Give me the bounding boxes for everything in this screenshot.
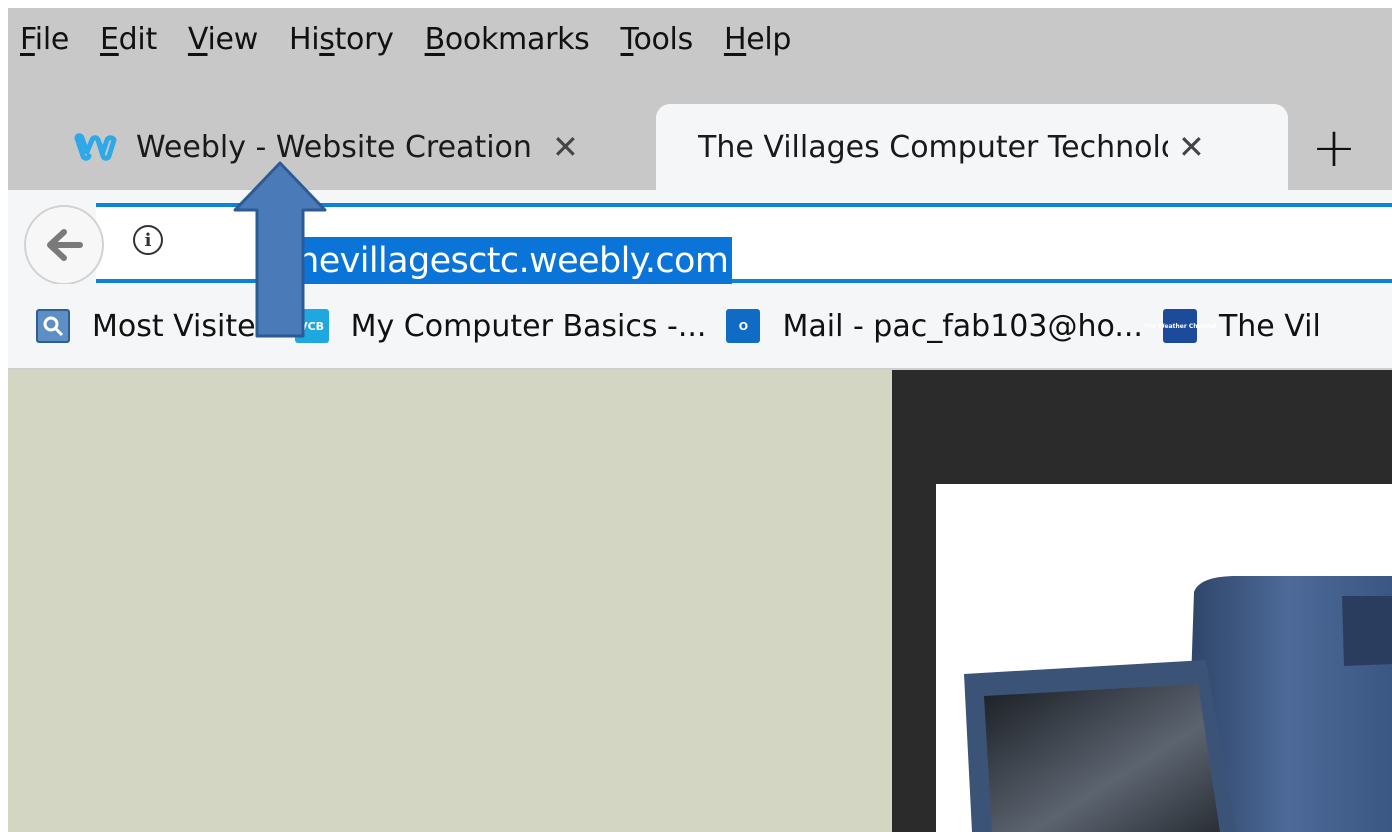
bookmark-weather-channel[interactable]: The Weather Channel The Vil <box>1144 308 1321 344</box>
vcb-icon: VCB <box>294 309 329 343</box>
computer-image <box>936 484 1392 832</box>
page-left-panel <box>8 370 892 832</box>
tab-label: Weebly - Website Creation M <box>136 129 542 165</box>
bookmark-label: Most Visited <box>92 308 275 344</box>
weather-channel-icon: The Weather Channel <box>1144 309 1216 343</box>
browser-window: File Edit View History Bookmarks Tools H… <box>8 8 1392 832</box>
page-right-panel <box>892 370 1392 832</box>
new-tab-button[interactable]: + <box>1302 104 1366 190</box>
tab-villages-active[interactable]: The Villages Computer Technolo ✕ <box>656 104 1288 190</box>
tab-weebly[interactable]: Weebly - Website Creation M ✕ <box>68 104 648 190</box>
most-visited-icon <box>36 309 70 343</box>
menu-history[interactable]: History <box>289 22 394 57</box>
info-icon[interactable]: i <box>133 225 163 255</box>
back-button[interactable] <box>24 205 104 285</box>
bookmark-label: Mail - pac_fab103@ho... <box>782 308 1143 344</box>
bookmarks-bar: Most Visited VCB My Computer Basics -...… <box>8 284 1392 370</box>
close-icon[interactable]: ✕ <box>552 131 579 163</box>
menu-bookmarks[interactable]: Bookmarks <box>425 22 590 57</box>
bookmark-most-visited[interactable]: Most Visited <box>36 309 275 344</box>
outlook-icon: O <box>726 309 761 343</box>
address-bar[interactable]: thevillagesctc.weebly.com <box>96 203 1392 285</box>
menu-help[interactable]: Help <box>724 22 792 57</box>
menu-view[interactable]: View <box>188 22 258 57</box>
back-arrow-icon <box>47 229 83 261</box>
navigation-bar: thevillagesctc.weebly.com i <box>8 190 1392 285</box>
page-content <box>8 370 1392 832</box>
menu-bar: File Edit View History Bookmarks Tools H… <box>8 8 1392 70</box>
tab-strip: Weebly - Website Creation M ✕ The Villag… <box>8 104 1392 190</box>
tab-label: The Villages Computer Technolo <box>698 129 1168 165</box>
menu-file[interactable]: File <box>20 22 69 57</box>
computer-illustration <box>964 576 1392 832</box>
bookmark-my-computer-basics[interactable]: VCB My Computer Basics -... <box>294 308 707 344</box>
url-text-selected[interactable]: thevillagesctc.weebly.com <box>280 237 733 285</box>
bookmark-label: My Computer Basics -... <box>350 308 707 344</box>
bookmark-label: The Vil <box>1218 308 1321 344</box>
bookmark-mail[interactable]: O Mail - pac_fab103@ho... <box>726 308 1143 344</box>
menu-edit[interactable]: Edit <box>100 22 157 57</box>
weebly-icon <box>68 127 124 167</box>
menu-tools[interactable]: Tools <box>621 22 694 57</box>
close-icon[interactable]: ✕ <box>1178 131 1205 163</box>
